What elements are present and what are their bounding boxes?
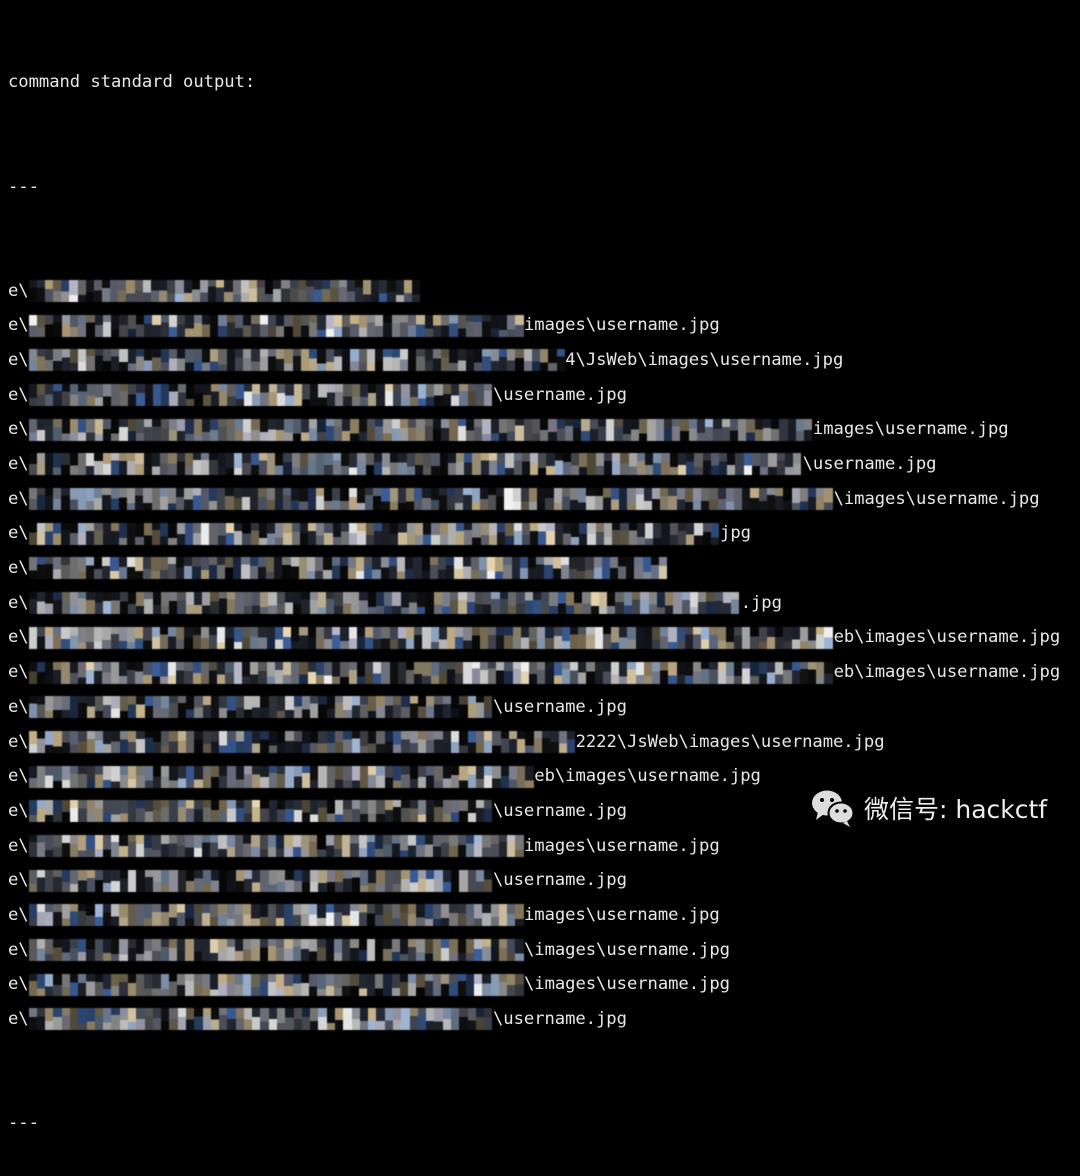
output-line: e\ images\username.jpg [8,412,1060,447]
line-suffix: \images\username.jpg [833,488,1040,509]
line-prefix: e\ [8,488,29,509]
output-line: e\ \username.jpg [8,690,1060,725]
output-line: e\ jpg [8,516,1060,551]
line-prefix: e\ [8,731,29,752]
line-prefix: e\ [8,766,29,787]
line-prefix: e\ [8,974,29,995]
line-suffix: images\username.jpg [523,835,720,856]
pixelated-redaction [28,730,576,753]
separator: --- [8,170,1060,205]
watermark-text: 微信号: hackctf [864,795,1048,824]
pixelated-redaction [28,869,493,892]
line-prefix: e\ [8,939,29,960]
line-prefix: e\ [8,523,29,544]
line-prefix: e\ [8,696,29,717]
line-prefix: e\ [8,384,29,405]
output-line: e\ \username.jpg [8,1002,1060,1037]
line-suffix: \username.jpg [802,454,937,475]
pixelated-redaction [28,279,421,302]
watermark: 微信号: hackctf [810,788,1047,828]
terminal-output: command standard output: --- e\ e\ images\… [8,0,1060,1176]
line-suffix: \username.jpg [493,800,627,821]
line-prefix: e\ [8,835,29,856]
output-line: e\ images\username.jpg [8,829,1060,864]
line-suffix: jpg [720,523,751,544]
output-line: e\ eb\images\username.jpg [8,620,1060,655]
output-line: e\ .jpg [8,586,1060,621]
output-line: e\ \images\username.jpg [8,933,1060,968]
pixelated-redaction [28,904,524,927]
line-prefix: e\ [8,662,29,683]
line-prefix: e\ [8,1009,29,1030]
output-line: e\ \username.jpg [8,378,1060,413]
line-suffix: images\username.jpg [812,419,1009,440]
pixelated-redaction [28,765,535,788]
line-suffix: eb\images\username.jpg [534,766,761,787]
line-suffix: eb\images\username.jpg [833,627,1061,648]
output-line: e\ 2222\JsWeb\images\username.jpg [8,725,1060,760]
output-line: e\ images\username.jpg [8,898,1060,933]
pixelated-redaction [28,488,834,511]
pixelated-redaction [28,1008,493,1031]
output-line: e\ eb\images\username.jpg [8,655,1060,690]
line-suffix: \username.jpg [493,1009,627,1030]
output-line: e\ images\username.jpg [8,308,1060,343]
line-prefix: e\ [8,627,29,648]
header-text: command standard output: [8,72,256,93]
line-suffix: 2222\JsWeb\images\username.jpg [575,731,885,752]
line-suffix: images\username.jpg [523,904,720,925]
line-prefix: e\ [8,592,29,613]
line-suffix: \images\username.jpg [523,939,730,960]
line-prefix: e\ [8,349,29,370]
pixelated-redaction [28,592,741,615]
pixelated-redaction [28,418,813,441]
line-suffix: \username.jpg [493,870,627,891]
separator-text: --- [8,176,39,197]
output-line: e\ \username.jpg [8,863,1060,898]
line-suffix: .jpg [740,592,782,613]
output-line: e\ \images\username.jpg [8,967,1060,1002]
line-prefix: e\ [8,870,29,891]
line-suffix: \images\username.jpg [523,974,730,995]
output-lines: e\ e\ images\username.jpg e\ 4\JsWeb\images\… [8,274,1060,1037]
line-prefix: e\ [8,558,29,579]
pixelated-redaction [28,522,720,545]
line-prefix: e\ [8,800,29,821]
output-header: command standard output: [8,65,1060,100]
line-suffix: \username.jpg [493,384,627,405]
line-prefix: e\ [8,315,29,336]
line-prefix: e\ [8,280,29,301]
output-line: e\ \username.jpg [8,447,1060,482]
pixelated-redaction [28,453,803,476]
output-line: e\ [8,551,1060,586]
separator-footer: --- [8,1106,1060,1141]
pixelated-redaction [28,557,669,580]
pixelated-redaction [28,973,524,996]
line-prefix: e\ [8,904,29,925]
line-suffix: images\username.jpg [523,315,720,336]
line-suffix: 4\JsWeb\images\username.jpg [565,349,844,370]
pixelated-redaction [28,384,493,406]
line-prefix: e\ [8,454,29,475]
wechat-icon [812,790,855,827]
pixelated-redaction [28,626,834,649]
pixelated-redaction [28,314,524,337]
pixelated-redaction [28,939,524,961]
output-line: e\ \images\username.jpg [8,482,1060,517]
footer-text: --- [8,1113,39,1134]
output-line: e\ [8,274,1060,309]
line-suffix: \username.jpg [493,696,627,717]
pixelated-redaction [28,696,493,719]
pixelated-redaction [28,349,566,372]
pixelated-redaction [28,661,834,684]
line-suffix: eb\images\username.jpg [833,662,1061,683]
pixelated-redaction [28,800,493,823]
line-prefix: e\ [8,419,29,440]
output-line: e\ 4\JsWeb\images\username.jpg [8,343,1060,378]
pixelated-redaction [28,834,524,857]
